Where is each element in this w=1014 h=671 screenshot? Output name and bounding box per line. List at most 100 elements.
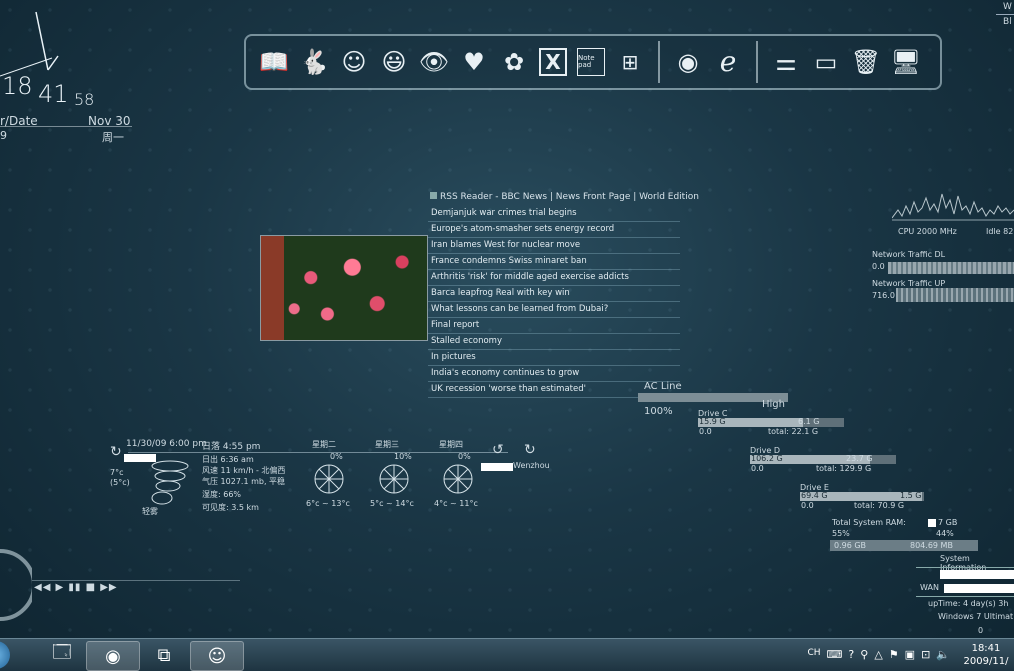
- taskbar-date: 2009/11/: [963, 656, 1009, 667]
- forecast-precip: 0%: [330, 452, 343, 461]
- weather-sunrise: 日出 6:36 am: [202, 454, 254, 465]
- sysinfo-divider: [916, 596, 1014, 597]
- weather-humidity-value: 66%: [223, 490, 242, 499]
- drive-bar: 69.4 G 1.5 G: [800, 491, 924, 501]
- language-indicator[interactable]: CH: [807, 648, 820, 661]
- weather-city-redacted: [481, 463, 513, 471]
- start-button[interactable]: [0, 641, 10, 669]
- device-icon[interactable]: ▣: [905, 648, 915, 661]
- media-controls[interactable]: ◀◀ ▶ ▮▮ ■ ▶▶: [34, 582, 118, 593]
- network-icon[interactable]: ⊡: [921, 648, 930, 661]
- sysinfo-os: Windows 7 Ultimat: [938, 612, 1014, 621]
- weather-divider: [128, 452, 508, 453]
- drive-min: 0.0: [801, 501, 814, 510]
- topright-divider: [996, 14, 1014, 15]
- drive-free: 23.7 G: [846, 454, 873, 463]
- drive-totals: 0.0 total: 129.9 G: [750, 464, 896, 474]
- calculator-icon[interactable]: ⊞: [615, 47, 645, 77]
- clock-digit: 9: [0, 129, 7, 142]
- sysinfo-divider: [916, 567, 1014, 568]
- taskbar-clock[interactable]: 18:41 2009/11/: [958, 642, 1014, 668]
- power-source: AC Line: [644, 381, 682, 392]
- ram-used: 0.96 GB: [834, 541, 867, 550]
- dock-separator: [756, 41, 758, 83]
- weather-humidity-label: 湿度:: [202, 490, 221, 499]
- taskbar-app-icon[interactable]: ⧉: [138, 641, 190, 669]
- display-icon[interactable]: 🖥: [891, 47, 921, 77]
- drive-d: Drive D 106.2 G 23.7 G 0.0 total: 129.9 …: [750, 446, 896, 474]
- forecast-range: 4°c ~ 11°c: [434, 499, 478, 508]
- rss-title[interactable]: RSS Reader - BBC News | News Front Page …: [430, 192, 699, 202]
- taskbar-explorer-icon[interactable]: 🗔: [36, 641, 88, 669]
- rss-icon: [430, 192, 437, 199]
- drive-bar: 15.9 G 6.1 G: [698, 417, 844, 427]
- firefox-icon[interactable]: ◉: [673, 47, 703, 77]
- flag-icon[interactable]: ⚑: [889, 648, 899, 661]
- rss-item[interactable]: Stalled economy: [428, 334, 680, 350]
- chat-icon[interactable]: ☺: [339, 47, 369, 77]
- keyboard-icon[interactable]: ⌨: [827, 648, 843, 661]
- media-divider: [32, 580, 240, 581]
- drive-min: 0.0: [699, 427, 712, 436]
- drop-icon[interactable]: △: [874, 648, 882, 661]
- trash-icon[interactable]: 🗑: [851, 47, 881, 77]
- rss-item[interactable]: Iran blames West for nuclear move: [428, 238, 680, 254]
- monitor-icon[interactable]: ▭: [811, 47, 841, 77]
- clock-second: 58: [74, 90, 95, 109]
- volume-icon[interactable]: 🔈: [936, 648, 950, 661]
- weather-humidity: 湿度: 66%: [202, 489, 241, 500]
- weather-refresh-icon[interactable]: ↻: [110, 444, 122, 460]
- weather-city: Wenzhou: [513, 461, 550, 470]
- equalizer-icon[interactable]: ⚌: [771, 47, 801, 77]
- weather-visibility-value: 3.5 km: [231, 503, 259, 512]
- rss-item[interactable]: In pictures: [428, 350, 680, 366]
- forecast-day: 星期四: [439, 440, 463, 449]
- rss-item[interactable]: Barca leapfrog Real with key win: [428, 286, 680, 302]
- book-icon[interactable]: 📖: [259, 47, 289, 77]
- weather-next-icon[interactable]: ↻: [524, 442, 536, 458]
- sysinfo-redacted-2: [944, 584, 1014, 593]
- ie-icon[interactable]: e: [713, 47, 743, 77]
- heart-v-icon[interactable]: ♥: [459, 47, 489, 77]
- help-icon[interactable]: ?: [848, 648, 854, 661]
- cpu-graph: [892, 193, 1014, 221]
- system-tray: CH ⌨ ? ⚲ △ ⚑ ▣ ⊡ 🔈: [807, 648, 950, 661]
- weather-wind-value: 11 km/h - 北偏西: [220, 466, 286, 475]
- signal-icon[interactable]: ⚲: [860, 648, 868, 661]
- rss-item[interactable]: Arthritis 'risk' for middle aged exercis…: [428, 270, 680, 286]
- media-arc: [0, 549, 32, 621]
- rss-item[interactable]: India's economy continues to grow: [428, 366, 680, 382]
- photo-frame-roses[interactable]: [260, 235, 428, 341]
- network-ul-graph: [896, 288, 1014, 302]
- eye-icon[interactable]: 👁: [419, 47, 449, 77]
- excel-icon[interactable]: X: [539, 48, 567, 76]
- rss-item[interactable]: Demjanjuk war crimes trial begins: [428, 206, 680, 222]
- taskbar-media-icon[interactable]: ◉: [86, 641, 140, 671]
- flower-icon[interactable]: ✿: [499, 47, 529, 77]
- network-dl-label: Network Traffic DL: [872, 250, 946, 259]
- taskbar-chat-icon[interactable]: ☺: [190, 641, 244, 671]
- rss-item[interactable]: Europe's atom-smasher sets energy record: [428, 222, 680, 238]
- forecast-precip: 10%: [394, 452, 412, 461]
- network-ul-label: Network Traffic UP: [872, 279, 946, 288]
- dock: 📖 🐇 ☺ 😃 👁 ♥ ✿ X Note pad ⊞ ◉ e ⚌ ▭ 🗑 🖥: [244, 34, 942, 90]
- ram-pct1: 55%: [832, 529, 850, 538]
- drive-total: total: 70.9 G: [854, 501, 905, 510]
- weather-visibility-label: 可见度:: [202, 503, 229, 512]
- taskbar: 🗔 ◉ ⧉ ☺ CH ⌨ ? ⚲ △ ⚑ ▣ ⊡ 🔈 18:41 2009/11…: [0, 638, 1014, 671]
- cpu-idle: Idle 82: [986, 227, 1014, 236]
- rabbit-icon[interactable]: 🐇: [299, 47, 329, 77]
- clock-date-label: r/Date: [0, 114, 38, 128]
- weather-sunrise-label: 日出: [202, 455, 218, 464]
- rss-item[interactable]: Final report: [428, 318, 680, 334]
- notepad-icon[interactable]: Note pad: [577, 48, 605, 76]
- rss-item[interactable]: What lessons can be learned from Dubai?: [428, 302, 680, 318]
- smiley-icon[interactable]: 😃: [379, 47, 409, 77]
- dock-separator: [658, 41, 660, 83]
- drive-used: 106.2 G: [751, 454, 783, 463]
- clock-hour: 18: [2, 72, 33, 100]
- weather-prev-icon[interactable]: ↺: [492, 442, 504, 458]
- forecast-day: 星期二: [312, 440, 336, 449]
- sysinfo-redacted-1: [940, 570, 1014, 579]
- rss-item[interactable]: France condemns Swiss minaret ban: [428, 254, 680, 270]
